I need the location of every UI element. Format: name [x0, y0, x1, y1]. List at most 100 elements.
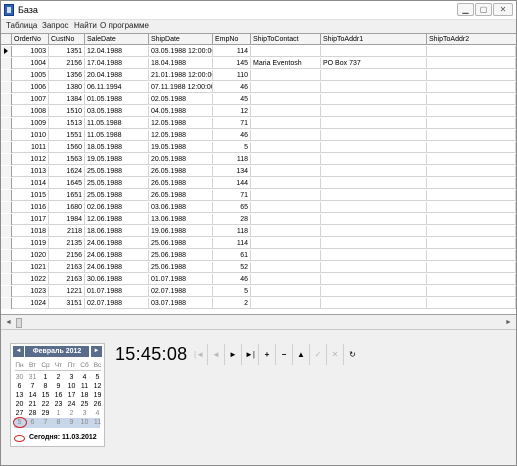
table-cell[interactable]: 1513 [49, 118, 85, 129]
table-cell[interactable]: 145 [213, 58, 251, 69]
minimize-button[interactable]: ▁ [457, 3, 474, 16]
table-cell[interactable]: 144 [213, 178, 251, 189]
table-cell[interactable]: 2163 [49, 262, 85, 273]
table-cell[interactable] [427, 274, 516, 285]
table-cell[interactable]: 1007 [12, 94, 49, 105]
table-cell[interactable]: 03.07.1988 [149, 298, 213, 309]
table-cell[interactable]: 118 [213, 154, 251, 165]
table-cell[interactable] [321, 262, 427, 273]
cancel-edit-button[interactable]: ✕ [327, 344, 344, 365]
table-cell[interactable]: 02.07.1988 [149, 286, 213, 297]
table-cell[interactable]: 1563 [49, 154, 85, 165]
table-cell[interactable]: 26.05.1988 [149, 178, 213, 189]
table-cell[interactable] [427, 262, 516, 273]
calendar-day[interactable]: 7 [39, 418, 52, 427]
table-cell[interactable] [251, 190, 321, 201]
menu-table[interactable]: Таблица [6, 21, 37, 30]
table-cell[interactable] [251, 142, 321, 153]
orders-grid[interactable]: OrderNo CustNo SaleDate ShipDate EmpNo S… [1, 33, 516, 315]
calendar-day[interactable]: 8 [39, 382, 52, 391]
table-cell[interactable]: 1018 [12, 226, 49, 237]
table-row[interactable]: 1021 2163 24.06.1988 25.06.1988 52 [1, 262, 516, 273]
row-indicator[interactable] [1, 178, 12, 189]
table-cell[interactable]: 03.05.1988 [85, 106, 149, 117]
table-cell[interactable]: 01.07.1988 [149, 274, 213, 285]
table-cell[interactable]: 1004 [12, 58, 49, 69]
calendar-day[interactable]: 19 [91, 391, 104, 400]
table-cell[interactable]: 25.06.1988 [149, 238, 213, 249]
table-cell[interactable]: 19.05.1988 [149, 142, 213, 153]
table-cell[interactable] [321, 298, 427, 309]
calendar-day[interactable]: 29 [39, 409, 52, 418]
calendar-day[interactable]: 8 [52, 418, 65, 427]
table-cell[interactable]: 12.05.1988 [149, 118, 213, 129]
table-cell[interactable] [427, 214, 516, 225]
table-cell[interactable] [427, 106, 516, 117]
table-cell[interactable]: 46 [213, 82, 251, 93]
table-cell[interactable] [427, 82, 516, 93]
calendar-day[interactable]: 2 [52, 373, 65, 382]
calendar-day[interactable]: 22 [39, 400, 52, 409]
table-cell[interactable] [321, 142, 427, 153]
calendar-day[interactable]: 9 [65, 418, 78, 427]
table-row[interactable]: 1009 1513 11.05.1988 12.05.1988 71 [1, 118, 516, 129]
insert-record-button[interactable]: + [259, 344, 276, 365]
row-indicator[interactable] [1, 166, 12, 177]
table-cell[interactable]: 1006 [12, 82, 49, 93]
table-cell[interactable]: 21.01.1988 12:00:00 [149, 70, 213, 81]
column-header[interactable]: ShipDate [149, 34, 213, 45]
table-cell[interactable]: 1645 [49, 178, 85, 189]
today-link[interactable]: Сегодня: 11.03.2012 [29, 434, 97, 441]
table-cell[interactable]: 5 [213, 142, 251, 153]
menu-find[interactable]: Найти [74, 21, 97, 30]
table-cell[interactable] [321, 226, 427, 237]
table-cell[interactable]: 25.05.1988 [85, 166, 149, 177]
calendar-day[interactable]: 7 [26, 382, 39, 391]
row-indicator[interactable] [1, 154, 12, 165]
table-cell[interactable]: 19.06.1988 [149, 226, 213, 237]
table-cell[interactable]: 118 [213, 226, 251, 237]
table-cell[interactable]: 11.05.1988 [85, 130, 149, 141]
table-cell[interactable]: 1510 [49, 106, 85, 117]
row-indicator[interactable] [1, 298, 12, 309]
table-cell[interactable] [251, 130, 321, 141]
row-indicator[interactable] [1, 202, 12, 213]
calendar-day[interactable]: 30 [13, 373, 26, 382]
row-indicator[interactable] [1, 190, 12, 201]
table-cell[interactable]: 1012 [12, 154, 49, 165]
table-cell[interactable]: 1013 [12, 166, 49, 177]
row-indicator[interactable] [1, 274, 12, 285]
calendar-day[interactable]: 1 [39, 373, 52, 382]
table-cell[interactable]: 71 [213, 118, 251, 129]
table-cell[interactable] [427, 70, 516, 81]
table-cell[interactable] [321, 286, 427, 297]
calendar-day[interactable]: 27 [13, 409, 26, 418]
table-cell[interactable]: 25.05.1988 [85, 178, 149, 189]
calendar-day[interactable]: 5 [13, 418, 26, 427]
table-cell[interactable] [321, 70, 427, 81]
table-cell[interactable] [427, 58, 516, 69]
table-cell[interactable]: 18.05.1988 [85, 142, 149, 153]
table-cell[interactable]: 1380 [49, 82, 85, 93]
table-cell[interactable] [427, 130, 516, 141]
table-cell[interactable]: 03.05.1988 12:00:00 [149, 46, 213, 57]
table-cell[interactable] [251, 118, 321, 129]
table-row[interactable]: 1014 1645 25.05.1988 26.05.1988 144 [1, 178, 516, 189]
table-cell[interactable]: 24.06.1988 [85, 262, 149, 273]
table-row[interactable]: 1010 1551 11.05.1988 12.05.1988 46 [1, 130, 516, 141]
table-cell[interactable]: 2118 [49, 226, 85, 237]
table-row[interactable]: 1022 2163 30.06.1988 01.07.1988 46 [1, 274, 516, 285]
table-cell[interactable]: 24.06.1988 [85, 250, 149, 261]
table-cell[interactable]: 28 [213, 214, 251, 225]
table-cell[interactable] [251, 214, 321, 225]
calendar-day[interactable]: 23 [52, 400, 65, 409]
calendar-day[interactable]: 24 [65, 400, 78, 409]
refresh-button[interactable]: ↻ [344, 344, 361, 365]
table-cell[interactable]: 06.11.1994 [85, 82, 149, 93]
table-row[interactable]: 1018 2118 18.06.1988 19.06.1988 118 [1, 226, 516, 237]
prior-record-button[interactable]: ◄ [208, 344, 225, 365]
calendar-day[interactable]: 21 [26, 400, 39, 409]
calendar-day[interactable]: 2 [65, 409, 78, 418]
table-cell[interactable]: 1560 [49, 142, 85, 153]
table-cell[interactable] [321, 166, 427, 177]
